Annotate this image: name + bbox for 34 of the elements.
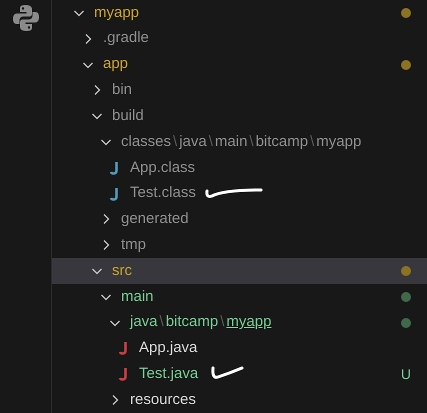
item-label: myapp xyxy=(94,2,140,23)
item-label: App.class xyxy=(130,158,196,178)
tree-row[interactable]: .gradle xyxy=(52,26,427,52)
tree-row[interactable]: App.class xyxy=(52,154,427,181)
item-label: generated xyxy=(121,209,189,230)
item-label: build xyxy=(112,106,144,126)
item-label: bin xyxy=(112,80,132,100)
tree-row[interactable]: main xyxy=(52,284,427,310)
item-label: java\bitcamp\myapp xyxy=(130,312,272,332)
tree-row[interactable]: build xyxy=(52,103,427,130)
item-label: App.java xyxy=(139,338,198,358)
tree-row[interactable]: App.java xyxy=(52,336,427,362)
tree-row[interactable]: Test.java U xyxy=(52,361,427,388)
status-letter: U xyxy=(400,364,411,384)
item-label: classes\java\main\bitcamp\myapp xyxy=(121,132,362,152)
tree-row[interactable]: myapp xyxy=(52,0,427,26)
item-label: app xyxy=(103,54,128,74)
tree-row[interactable]: Test.class xyxy=(52,180,427,206)
tree-row[interactable]: bin xyxy=(52,77,427,104)
tree-row[interactable]: resources xyxy=(52,387,427,413)
item-label: .gradle xyxy=(103,28,149,48)
tree-row[interactable]: classes\java\main\bitcamp\myapp xyxy=(52,129,427,155)
item-label: src xyxy=(112,260,132,281)
item-label: tmp xyxy=(121,234,146,255)
tree-row[interactable]: generated xyxy=(52,206,427,232)
tree-row[interactable]: tmp xyxy=(52,232,427,258)
tree-row[interactable]: src xyxy=(52,258,427,284)
tree-row[interactable]: app xyxy=(52,52,427,78)
item-label: main xyxy=(121,286,154,307)
item-label: Test.java xyxy=(139,364,198,384)
tree-row[interactable]: java\bitcamp\myapp xyxy=(52,310,427,336)
item-label: resources xyxy=(130,390,196,410)
item-label: Test.class xyxy=(130,183,196,204)
python-logo-icon[interactable] xyxy=(12,4,40,32)
